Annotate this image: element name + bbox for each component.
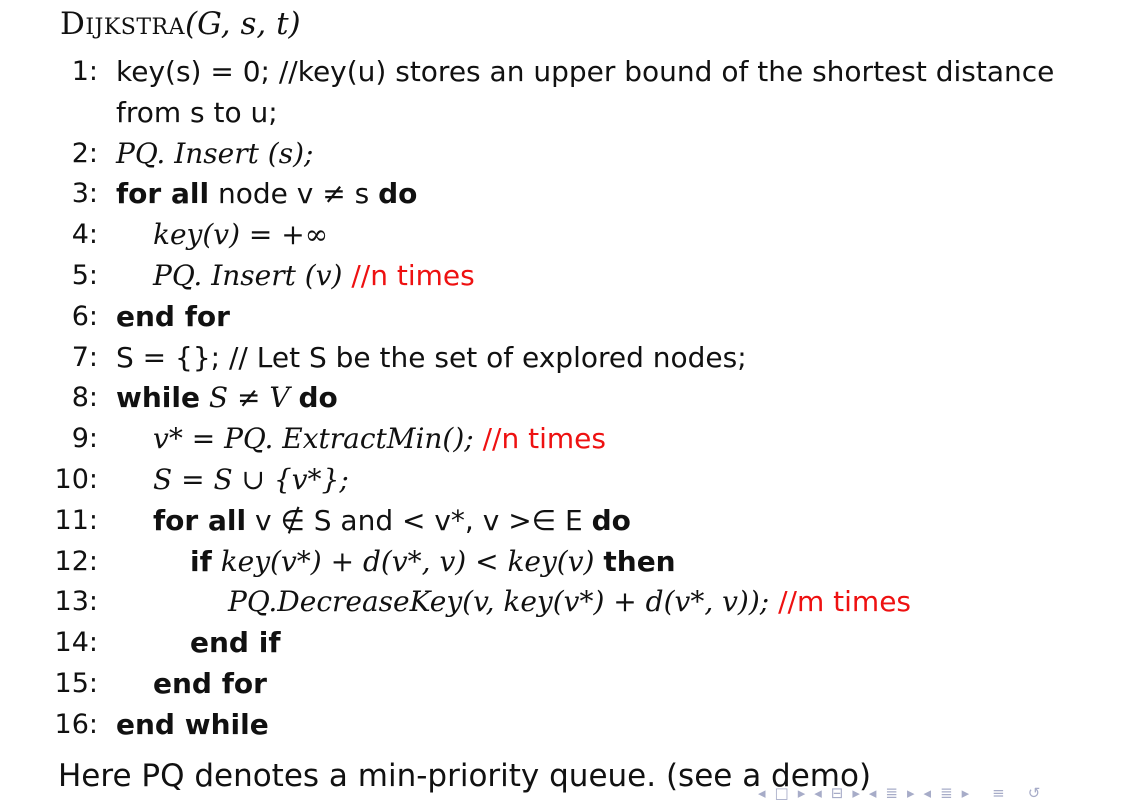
algorithm-line-1: 1: key(s) = 0; //key(u) stores an upper … bbox=[0, 52, 1134, 93]
line-expression: PQ. Insert (v) bbox=[153, 258, 343, 292]
nav-subsection-icon[interactable]: ≣ bbox=[885, 784, 898, 802]
line-code: from s to u; bbox=[116, 95, 278, 129]
line-code: PQ.DecreaseKey(v, key(v*) + d(v*, v)); /… bbox=[228, 582, 911, 622]
algorithm-title: Dijkstra(G, s, t) bbox=[60, 4, 301, 44]
line-code: for all node v ≠ s do bbox=[116, 174, 417, 214]
algorithm-line-5: 5: PQ. Insert (v) //n times bbox=[0, 256, 1134, 297]
line-number: 14: bbox=[54, 627, 98, 659]
algorithm-line-4: 4: key(v) = +∞ bbox=[0, 215, 1134, 256]
algorithm-body: 1: key(s) = 0; //key(u) stores an upper … bbox=[0, 52, 1134, 746]
keyword: end while bbox=[116, 707, 269, 741]
algorithm-args: (G, s, t) bbox=[185, 6, 301, 42]
keyword: do bbox=[378, 177, 418, 211]
slide: Dijkstra(G, s, t) 1: key(s) = 0; //key(u… bbox=[0, 0, 1134, 808]
nav-right-arrow-icon[interactable]: ▸ bbox=[907, 784, 915, 802]
line-expression: v ∉ S and < v*, v >∈ E bbox=[254, 503, 583, 537]
algorithm-line-3: 3: for all node v ≠ s do bbox=[0, 174, 1134, 215]
nav-section-icon[interactable]: ≣ bbox=[940, 784, 953, 802]
line-number: 13: bbox=[54, 586, 98, 618]
line-code: if key(v*) + d(v*, v) < key(v) then bbox=[190, 542, 676, 582]
line-number: 6: bbox=[71, 300, 98, 332]
keyword: for all bbox=[153, 503, 247, 537]
line-number: 4: bbox=[71, 219, 98, 251]
nav-right-arrow-icon[interactable]: ▸ bbox=[852, 784, 860, 802]
line-code: v* = PQ. ExtractMin(); //n times bbox=[153, 419, 606, 459]
line-number: 15: bbox=[54, 667, 98, 699]
line-number: 16: bbox=[54, 708, 98, 740]
line-code: S = S ∪ {v*}; bbox=[153, 462, 349, 496]
keyword: if bbox=[190, 544, 212, 578]
keyword: then bbox=[603, 544, 676, 578]
line-code: PQ. Insert (s); bbox=[116, 136, 314, 170]
line-expression: PQ.DecreaseKey(v, key(v*) + d(v*, v)); bbox=[228, 585, 770, 619]
nav-search-icon[interactable]: ↺ bbox=[1028, 784, 1041, 802]
line-number: 8: bbox=[71, 382, 98, 414]
line-number: 1: bbox=[71, 56, 98, 87]
line-number: 11: bbox=[54, 504, 98, 536]
line-number: 5: bbox=[71, 259, 98, 291]
algorithm-line-10: 10: S = S ∪ {v*}; bbox=[0, 460, 1134, 501]
nav-section-icon[interactable]: ≡ bbox=[992, 784, 1005, 802]
keyword: end if bbox=[190, 626, 281, 660]
beamer-navigation-bar: ◂ □ ▸ ◂ ⊟ ▸ ◂ ≣ ▸ ◂ ≣ ▸ ≡ ↺ bbox=[758, 780, 1134, 806]
complexity-comment: //n times bbox=[482, 422, 606, 456]
line-number: 2: bbox=[71, 137, 98, 169]
keyword: do bbox=[591, 503, 631, 537]
nav-right-arrow-icon[interactable]: ▸ bbox=[798, 784, 806, 802]
line-expression: S ≠ V bbox=[208, 381, 290, 415]
line-number: 12: bbox=[54, 545, 98, 577]
algorithm-line-16: 16: end while bbox=[0, 705, 1134, 746]
line-code: while S ≠ V do bbox=[116, 378, 338, 418]
line-number: 7: bbox=[71, 341, 98, 373]
footer-note: Here PQ denotes a min-priority queue. (s… bbox=[58, 758, 872, 794]
line-code: S = {}; // Let S be the set of explored … bbox=[116, 340, 747, 374]
nav-left-arrow-icon[interactable]: ◂ bbox=[814, 784, 822, 802]
algorithm-line-14: 14: end if bbox=[0, 623, 1134, 664]
nav-left-arrow-icon[interactable]: ◂ bbox=[924, 784, 932, 802]
nav-right-arrow-icon[interactable]: ▸ bbox=[962, 784, 970, 802]
nav-left-arrow-icon[interactable]: ◂ bbox=[758, 784, 766, 802]
nav-frame-icon[interactable]: □ bbox=[775, 784, 789, 802]
algorithm-line-2: 2: PQ. Insert (s); bbox=[0, 134, 1134, 175]
algorithm-line-12: 12: if key(v*) + d(v*, v) < key(v) then bbox=[0, 542, 1134, 583]
keyword: while bbox=[116, 381, 200, 415]
algorithm-line-1-continued: from s to u; bbox=[0, 93, 1134, 134]
algorithm-line-9: 9: v* = PQ. ExtractMin(); //n times bbox=[0, 419, 1134, 460]
nav-left-arrow-icon[interactable]: ◂ bbox=[869, 784, 877, 802]
algorithm-line-13: 13: PQ.DecreaseKey(v, key(v*) + d(v*, v)… bbox=[0, 582, 1134, 623]
keyword: for all bbox=[116, 177, 210, 211]
algorithm-line-7: 7: S = {}; // Let S be the set of explor… bbox=[0, 338, 1134, 379]
line-code: key(v) = +∞ bbox=[153, 218, 329, 252]
complexity-comment: //m times bbox=[778, 585, 912, 619]
complexity-comment: //n times bbox=[351, 258, 475, 292]
keyword: end for bbox=[153, 666, 267, 700]
algorithm-line-11: 11: for all v ∉ S and < v*, v >∈ E do bbox=[0, 501, 1134, 542]
line-expression: key(v*) + d(v*, v) < key(v) bbox=[220, 544, 595, 578]
line-number: 9: bbox=[71, 423, 98, 455]
nav-frame-icon[interactable]: ⊟ bbox=[831, 784, 844, 802]
algorithm-line-6: 6: end for bbox=[0, 297, 1134, 338]
line-expression: node v ≠ s bbox=[217, 177, 370, 211]
line-code: PQ. Insert (v) //n times bbox=[153, 256, 475, 296]
line-code: key(s) = 0; //key(u) stores an upper bou… bbox=[116, 55, 1055, 88]
algorithm-name: Dijkstra bbox=[60, 6, 185, 42]
line-code: for all v ∉ S and < v*, v >∈ E do bbox=[153, 501, 631, 541]
keyword: do bbox=[298, 381, 338, 415]
algorithm-line-15: 15: end for bbox=[0, 664, 1134, 705]
keyword: end for bbox=[116, 299, 230, 333]
line-expression: v* = PQ. ExtractMin(); bbox=[153, 422, 474, 456]
algorithm-line-8: 8: while S ≠ V do bbox=[0, 378, 1134, 419]
line-number: 3: bbox=[71, 178, 98, 210]
line-number: 10: bbox=[54, 463, 98, 495]
